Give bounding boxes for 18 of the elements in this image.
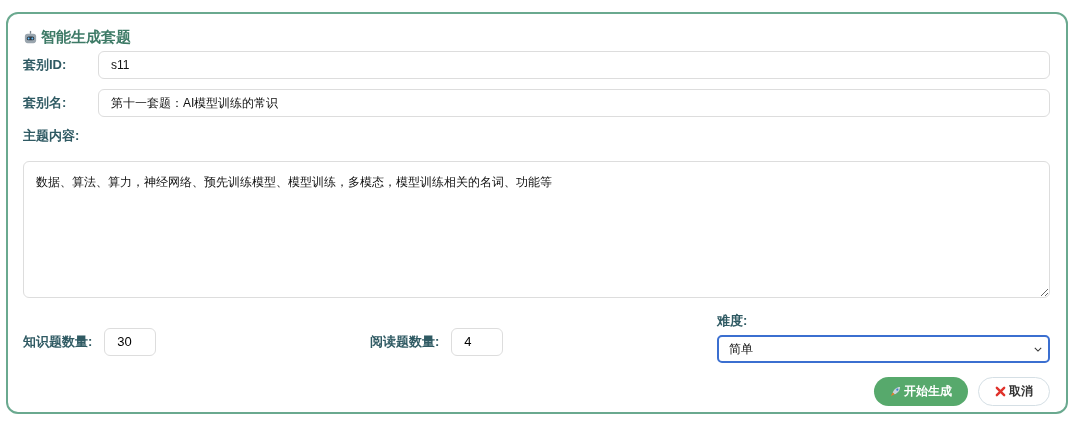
field-label: 阅读题数量: [370,332,440,351]
rocket-icon [890,386,901,397]
input-field[interactable]: 第十一套题：AI模型训练的常识 [98,89,1050,117]
input-field[interactable]: s11 [98,51,1050,79]
close-icon [995,386,1006,397]
cancel-button[interactable]: 取消 [978,377,1050,406]
field-label: 难度: [717,312,749,330]
chevron-down-icon [1034,346,1042,352]
number-field[interactable]: 4 [451,327,504,356]
form-title: 智能生成套题 [41,28,131,47]
field-label: 知识题数量: [23,332,93,351]
field-label: 套别名: [23,94,68,112]
field-label: 套别ID: [23,56,68,74]
difficulty-select[interactable]: 简单 [717,335,1050,363]
robot-icon [23,30,38,45]
field-label: 主题内容: [23,127,81,145]
topic-textarea[interactable]: 数据、算法、算力，神经网络、预先训练模型、模型训练，多模态，模型训练相关的名词、功能等 [23,161,1050,298]
number-field[interactable]: 30 [104,327,157,356]
